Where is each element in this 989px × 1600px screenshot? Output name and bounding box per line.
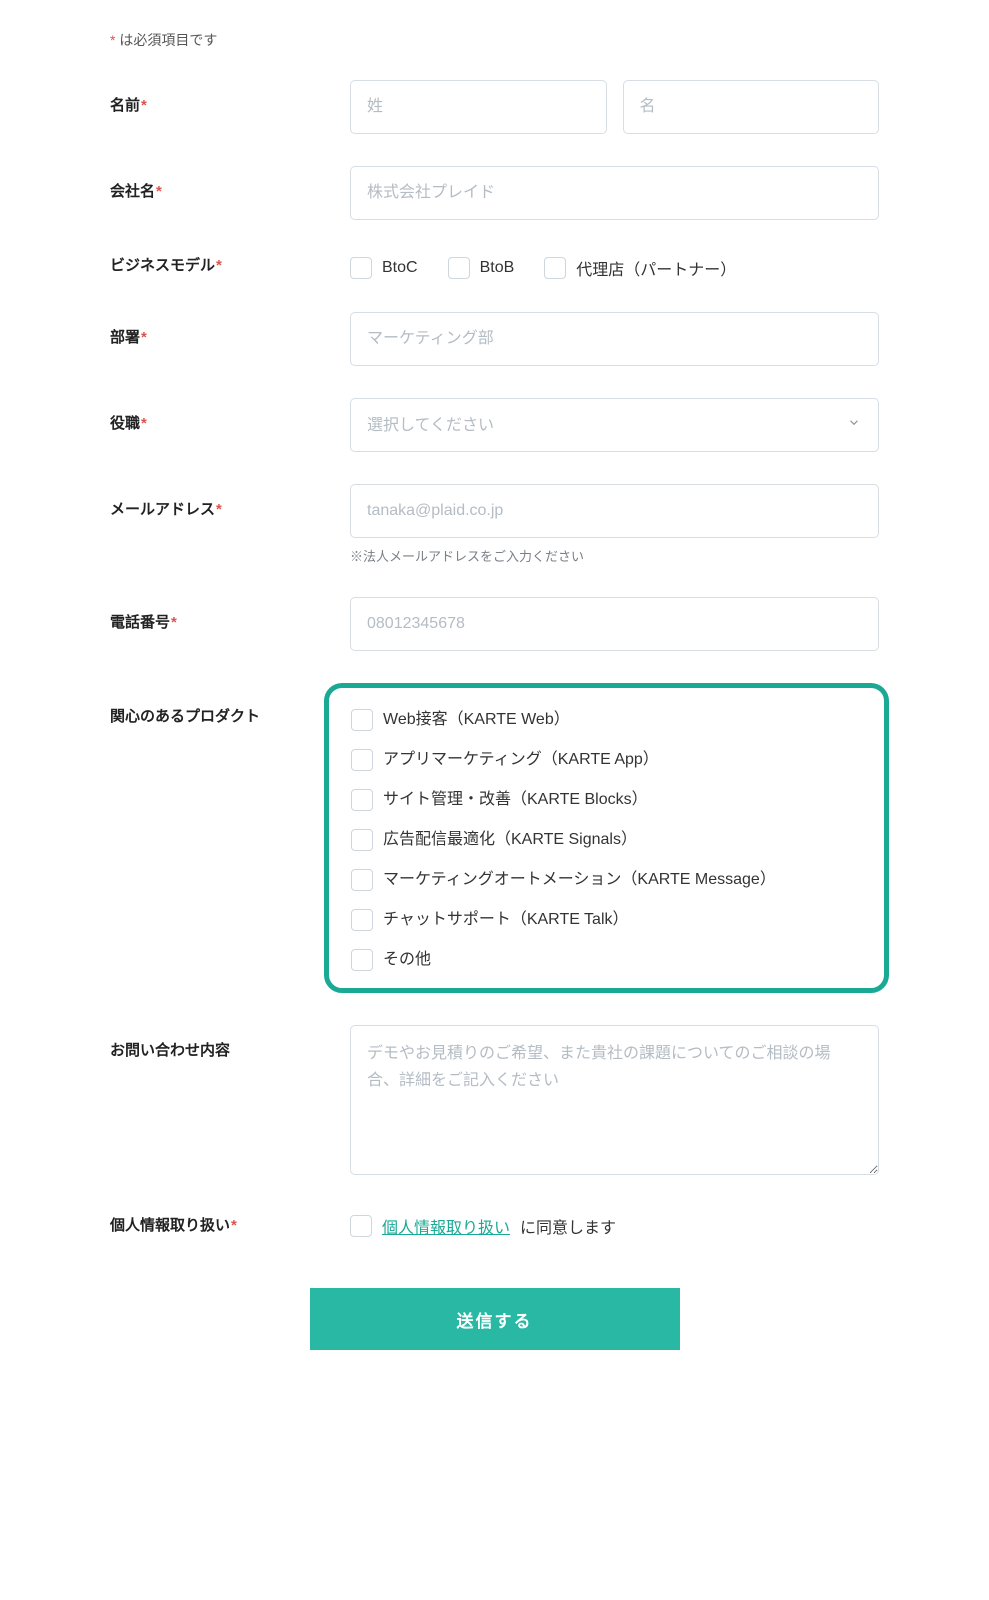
asterisk-icon: * xyxy=(216,501,222,518)
asterisk-icon: * xyxy=(216,257,222,274)
privacy-checkbox[interactable] xyxy=(350,1215,372,1237)
checkbox-product-app[interactable]: アプリマーケティング（KARTE App） xyxy=(351,748,862,772)
label-phone: 電話番号* xyxy=(110,597,350,632)
row-business-model: ビジネスモデル* BtoC BtoB 代理店（パートナー） xyxy=(110,252,879,280)
checkbox-label: チャットサポート（KARTE Talk） xyxy=(383,908,629,932)
label-text: メールアドレス xyxy=(110,501,215,518)
checkbox-label: 代理店（パートナー） xyxy=(576,256,736,280)
checkbox-icon xyxy=(448,257,470,279)
row-inquiry: お問い合わせ内容 xyxy=(110,1025,879,1180)
checkbox-icon xyxy=(351,949,373,971)
label-inquiry: お問い合わせ内容 xyxy=(110,1025,350,1060)
checkbox-label: アプリマーケティング（KARTE App） xyxy=(383,748,659,772)
company-input[interactable] xyxy=(350,166,879,220)
label-text: 関心のあるプロダクト xyxy=(110,708,260,725)
submit-wrap: 送信する xyxy=(110,1288,879,1350)
row-email: メールアドレス* ※法人メールアドレスをご入力ください xyxy=(110,484,879,565)
asterisk-icon: * xyxy=(141,97,147,114)
checkbox-product-signals[interactable]: 広告配信最適化（KARTE Signals） xyxy=(351,828,862,852)
privacy-suffix: に同意します xyxy=(520,1214,616,1238)
checkbox-partner[interactable]: 代理店（パートナー） xyxy=(544,256,736,280)
position-select[interactable]: 選択してください xyxy=(350,398,879,452)
row-position: 役職* 選択してください xyxy=(110,398,879,452)
label-text: お問い合わせ内容 xyxy=(110,1042,230,1059)
checkbox-label: BtoB xyxy=(480,259,515,277)
department-input[interactable] xyxy=(350,312,879,366)
label-text: 電話番号 xyxy=(110,614,170,631)
row-phone: 電話番号* xyxy=(110,597,879,651)
checkbox-icon xyxy=(351,909,373,931)
last-name-input[interactable] xyxy=(350,80,607,134)
checkbox-icon xyxy=(351,869,373,891)
required-note: * は必須項目です xyxy=(110,30,879,50)
asterisk-icon: * xyxy=(141,329,147,346)
label-text: 役職 xyxy=(110,415,140,432)
checkbox-product-message[interactable]: マーケティングオートメーション（KARTE Message） xyxy=(351,868,862,892)
asterisk-icon: * xyxy=(156,183,162,200)
checkbox-label: Web接客（KARTE Web） xyxy=(383,708,570,732)
label-text: 個人情報取り扱い xyxy=(110,1217,230,1234)
submit-button[interactable]: 送信する xyxy=(310,1288,680,1350)
label-email: メールアドレス* xyxy=(110,484,350,519)
privacy-link[interactable]: 個人情報取り扱い xyxy=(382,1214,510,1238)
label-text: ビジネスモデル xyxy=(110,257,215,274)
label-products: 関心のあるプロダクト xyxy=(110,683,350,726)
checkbox-label: マーケティングオートメーション（KARTE Message） xyxy=(383,868,776,892)
row-company: 会社名* xyxy=(110,166,879,220)
checkbox-btob[interactable]: BtoB xyxy=(448,257,515,279)
label-company: 会社名* xyxy=(110,166,350,201)
checkbox-label: その他 xyxy=(383,948,431,972)
checkbox-icon xyxy=(350,257,372,279)
asterisk-icon: * xyxy=(171,614,177,631)
row-department: 部署* xyxy=(110,312,879,366)
checkbox-label: サイト管理・改善（KARTE Blocks） xyxy=(383,788,648,812)
label-privacy: 個人情報取り扱い* xyxy=(110,1212,350,1235)
label-department: 部署* xyxy=(110,312,350,347)
checkbox-icon xyxy=(351,789,373,811)
checkbox-icon xyxy=(351,829,373,851)
products-highlight-box: Web接客（KARTE Web） アプリマーケティング（KARTE App） サ… xyxy=(324,683,889,993)
checkbox-icon xyxy=(351,709,373,731)
checkbox-icon xyxy=(544,257,566,279)
label-text: 名前 xyxy=(110,97,140,114)
phone-input[interactable] xyxy=(350,597,879,651)
required-note-text: は必須項目です xyxy=(115,32,217,48)
label-name: 名前* xyxy=(110,80,350,115)
checkbox-product-other[interactable]: その他 xyxy=(351,948,862,972)
checkbox-product-talk[interactable]: チャットサポート（KARTE Talk） xyxy=(351,908,862,932)
checkbox-label: BtoC xyxy=(382,259,418,277)
email-hint: ※法人メールアドレスをご入力ください xyxy=(350,546,879,565)
row-privacy: 個人情報取り扱い* 個人情報取り扱い に同意します xyxy=(110,1212,879,1238)
email-input[interactable] xyxy=(350,484,879,538)
label-position: 役職* xyxy=(110,398,350,433)
label-text: 部署 xyxy=(110,329,140,346)
asterisk-icon: * xyxy=(231,1217,237,1234)
checkbox-product-blocks[interactable]: サイト管理・改善（KARTE Blocks） xyxy=(351,788,862,812)
checkbox-label: 広告配信最適化（KARTE Signals） xyxy=(383,828,637,852)
label-business-model: ビジネスモデル* xyxy=(110,252,350,275)
asterisk-icon: * xyxy=(141,415,147,432)
first-name-input[interactable] xyxy=(623,80,880,134)
checkbox-product-web[interactable]: Web接客（KARTE Web） xyxy=(351,708,862,732)
inquiry-textarea[interactable] xyxy=(350,1025,879,1175)
checkbox-btoc[interactable]: BtoC xyxy=(350,257,418,279)
row-name: 名前* xyxy=(110,80,879,134)
row-products: 関心のあるプロダクト Web接客（KARTE Web） アプリマーケティング（K… xyxy=(110,683,879,993)
label-text: 会社名 xyxy=(110,183,155,200)
checkbox-icon xyxy=(351,749,373,771)
